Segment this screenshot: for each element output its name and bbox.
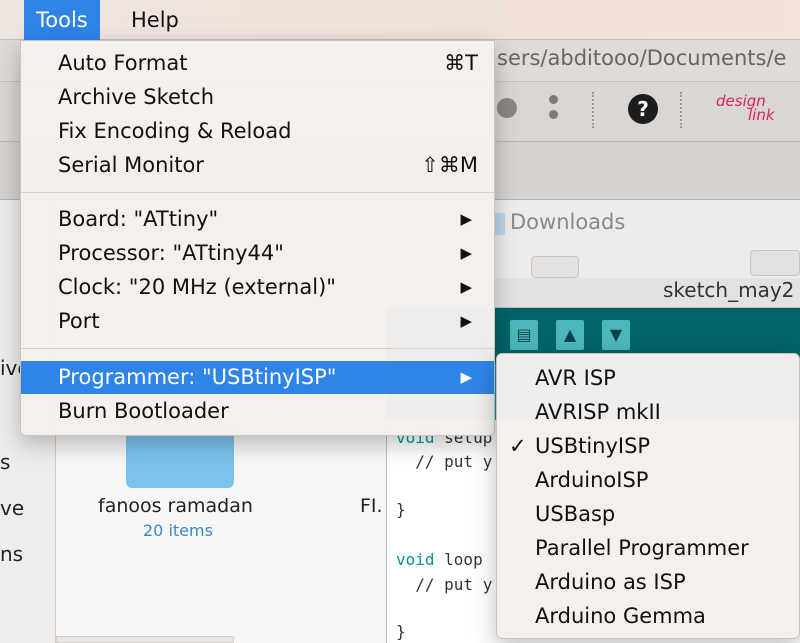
menu-help[interactable]: Help [119, 0, 191, 40]
menu-item-auto-format[interactable]: Auto Format ⌘T [21, 47, 494, 80]
tools-menu: Auto Format ⌘T Archive Sketch Fix Encodi… [20, 40, 495, 436]
folder-icon[interactable] [126, 430, 234, 488]
new-file-icon[interactable]: ▤ [510, 320, 538, 350]
dot-icon [549, 110, 558, 119]
design-link-logo: design link [716, 92, 775, 124]
view-button[interactable] [531, 256, 579, 278]
code-line: } [396, 500, 406, 519]
menu-item-fix-encoding[interactable]: Fix Encoding & Reload [21, 115, 494, 148]
toolbar-divider [680, 92, 682, 128]
sidebar-fragment[interactable]: ns [0, 542, 23, 566]
menu-item-board[interactable]: Board: "ATtiny" ▶ [21, 203, 494, 236]
submenu-arrow-icon: ▶ [460, 278, 472, 296]
sidebar-fragment[interactable]: s [0, 450, 10, 474]
programmer-submenu: AVR ISP AVRISP mkII ✓ USBtinyISP Arduino… [496, 353, 800, 639]
menu-bar: Tools Help [0, 0, 800, 40]
file-name[interactable]: FI. [360, 495, 383, 517]
code-line: // put y [396, 575, 493, 594]
minus-icon[interactable] [497, 98, 517, 118]
sidebar-fragment[interactable]: ve [0, 496, 24, 520]
menu-item-programmer[interactable]: Programmer: "USBtinyISP" ▶ [21, 361, 494, 394]
path-text: sers/abditooo/Documents/e [497, 46, 787, 70]
submenu-item-arduino-gemma[interactable]: Arduino Gemma [497, 599, 799, 633]
submenu-item-arduino-as-isp[interactable]: Arduino as ISP [497, 565, 799, 599]
submenu-item-parallel-programmer[interactable]: Parallel Programmer [497, 531, 799, 565]
menu-item-burn-bootloader[interactable]: Burn Bootloader [21, 395, 494, 428]
submenu-arrow-icon: ▶ [460, 312, 472, 330]
save-arrow-icon[interactable]: ▼ [602, 320, 630, 350]
sketch-title: sketch_may2 [663, 278, 795, 302]
menu-item-clock[interactable]: Clock: "20 MHz (external)" ▶ [21, 271, 494, 304]
submenu-arrow-icon: ▶ [460, 368, 472, 386]
submenu-item-avr-isp[interactable]: AVR ISP [497, 361, 799, 395]
help-icon[interactable]: ? [628, 94, 658, 124]
submenu-item-usbasp[interactable]: USBasp [497, 497, 799, 531]
submenu-item-arduinoisp[interactable]: ArduinoISP [497, 463, 799, 497]
code-line: } [396, 622, 406, 641]
folder-item[interactable] [56, 636, 234, 643]
shortcut-label: ⌘T [444, 51, 478, 75]
menu-tools[interactable]: Tools [24, 0, 100, 40]
menu-item-archive-sketch[interactable]: Archive Sketch [21, 81, 494, 114]
menu-separator [21, 192, 494, 193]
submenu-arrow-icon: ▶ [460, 210, 472, 228]
folder-name[interactable]: fanoos ramadan [98, 495, 253, 517]
downloads-title: Downloads [510, 210, 626, 234]
code-line: void loop [396, 550, 483, 569]
dot-icon [549, 95, 558, 104]
submenu-arrow-icon: ▶ [460, 244, 472, 262]
checkmark-icon: ✓ [509, 434, 527, 458]
menu-item-port[interactable]: Port ▶ [21, 305, 494, 338]
code-line: // put y [396, 452, 493, 471]
open-arrow-icon[interactable]: ▲ [556, 320, 584, 350]
folder-count: 20 items [143, 521, 213, 540]
submenu-item-usbtinyisp[interactable]: ✓ USBtinyISP [497, 429, 799, 463]
menu-item-serial-monitor[interactable]: Serial Monitor ⇧⌘M [21, 149, 494, 182]
menu-item-processor[interactable]: Processor: "ATtiny44" ▶ [21, 237, 494, 270]
shortcut-label: ⇧⌘M [421, 153, 478, 177]
menu-separator [21, 348, 494, 349]
dropbox-button[interactable] [750, 250, 800, 276]
toolbar-divider [592, 92, 594, 128]
submenu-item-avrisp-mkii[interactable]: AVRISP mkII [497, 395, 799, 429]
